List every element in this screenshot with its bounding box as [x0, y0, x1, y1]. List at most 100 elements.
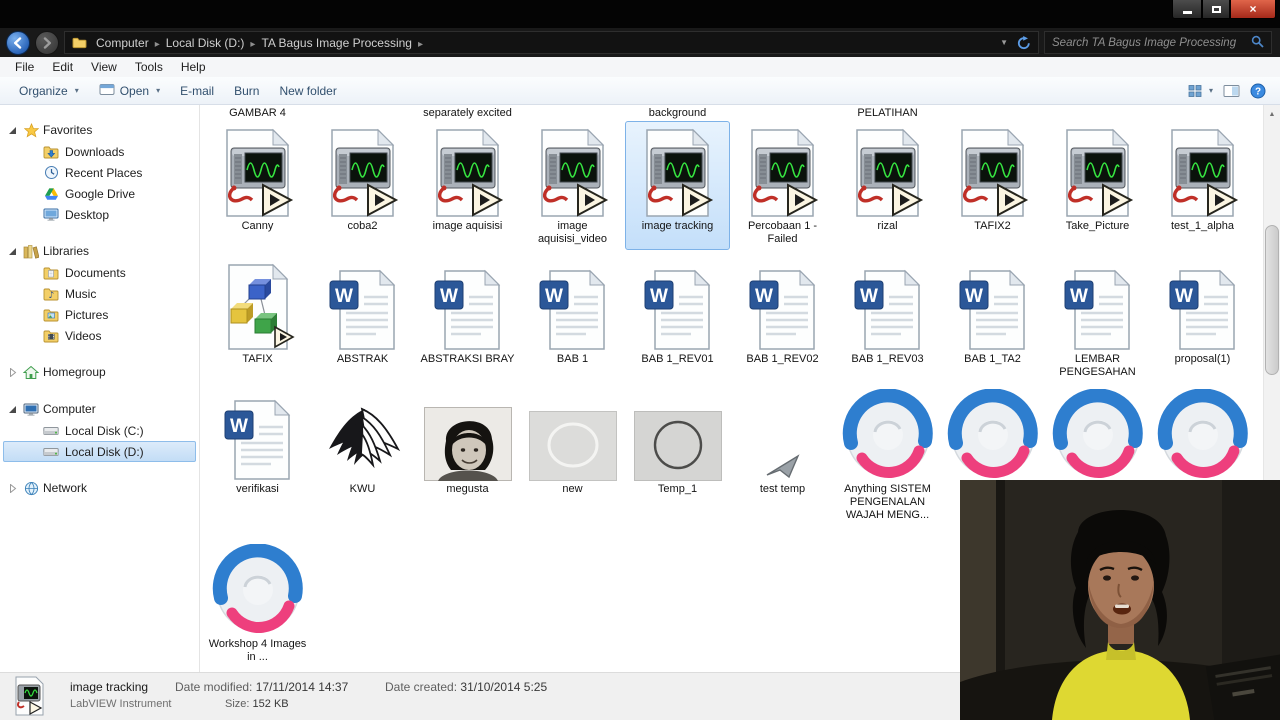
minimize-button[interactable] — [1172, 0, 1202, 19]
sidebar-item-local-disk-d[interactable]: Local Disk (D:) — [3, 441, 196, 462]
forward-button[interactable] — [35, 30, 59, 55]
labview-vi-icon — [1162, 122, 1244, 218]
preview-pane-button[interactable] — [1223, 84, 1240, 98]
file-item-verifikasi[interactable]: Wverifikasi — [205, 384, 310, 526]
back-button[interactable] — [6, 30, 30, 55]
expand-arrow-icon[interactable] — [6, 367, 19, 377]
file-item-abstraksi-bray[interactable]: W ABSTRAKSI BRAY — [415, 254, 520, 383]
sidebar-section-computer[interactable]: Computer — [0, 398, 199, 420]
file-item-image-aquisisi-video[interactable]: image aquisisi_video — [520, 121, 625, 250]
menu-tools[interactable]: Tools — [126, 59, 172, 75]
file-item-bab-1-rev01[interactable]: W BAB 1_REV01 — [625, 254, 730, 383]
file-label: Temp_1 — [657, 483, 698, 495]
sidebar-item-downloads[interactable]: Downloads — [3, 141, 196, 162]
search-placeholder: Search TA Bagus Image Processing — [1052, 36, 1237, 49]
file-label: Take_Picture — [1065, 220, 1130, 232]
breadcrumb-separator-icon[interactable]: ▸ — [155, 39, 160, 50]
menu-file[interactable]: File — [6, 59, 43, 75]
file-item-percobaan-1-failed[interactable]: Percobaan 1 - Failed — [730, 121, 835, 250]
collapse-arrow-icon[interactable] — [6, 247, 19, 256]
sidebar-item-label: Documents — [65, 265, 126, 280]
file-item-new[interactable]: new — [520, 384, 625, 526]
address-bar[interactable]: Computer ▸ Local Disk (D:) ▸ TA Bagus Image … — [64, 31, 1039, 54]
breadcrumb-separator-icon[interactable]: ▸ — [418, 39, 423, 50]
breadcrumb-computer[interactable]: Computer — [90, 34, 155, 52]
views-button[interactable]: ▾ — [1188, 84, 1213, 98]
sidebar-item-videos[interactable]: Videos — [3, 325, 196, 346]
file-item-bab-1-rev02[interactable]: W BAB 1_REV02 — [730, 254, 835, 383]
file-label-partial: background — [648, 107, 707, 119]
spark-browser-icon — [1157, 385, 1249, 481]
svg-text:W: W — [1175, 286, 1193, 307]
svg-text:W: W — [965, 286, 983, 307]
expand-arrow-icon[interactable] — [6, 483, 19, 493]
file-item-megusta[interactable]: megusta — [415, 384, 520, 526]
file-item-bab-1[interactable]: W BAB 1 — [520, 254, 625, 383]
file-item-temp-1[interactable]: Temp_1 — [625, 384, 730, 526]
toolbar-burn-button[interactable]: Burn — [225, 80, 268, 102]
file-item-tafix[interactable]: TAFIX — [205, 254, 310, 383]
toolbar-open-button[interactable]: Open ▾ — [90, 79, 169, 103]
command-toolbar: Organize ▾ Open ▾ E-mail Burn New folder ▾? — [0, 77, 1280, 105]
labview-vi-icon — [1057, 122, 1139, 218]
sidebar-item-label: Local Disk (C:) — [65, 423, 144, 438]
file-item-workshop-4-images-in[interactable]: Workshop 4 Images in ... — [205, 539, 310, 668]
star-icon — [22, 122, 40, 138]
toolbar-e-mail-button[interactable]: E-mail — [171, 80, 223, 102]
word-doc-icon: W — [748, 255, 818, 351]
menu-view[interactable]: View — [82, 59, 126, 75]
file-item-proposal-1[interactable]: Wproposal(1) — [1150, 254, 1255, 383]
scroll-up-icon[interactable]: ▲ — [1264, 106, 1280, 122]
file-item-canny[interactable]: Canny — [205, 121, 310, 250]
sidebar-item-desktop[interactable]: Desktop — [3, 204, 196, 225]
sidebar-section-libraries[interactable]: Libraries — [0, 240, 199, 262]
svg-text:W: W — [545, 286, 563, 307]
file-item-test-temp[interactable]: test temp — [730, 384, 835, 526]
sidebar-item-documents[interactable]: Documents — [3, 262, 196, 283]
sidebar-section-homegroup[interactable]: Homegroup — [0, 361, 199, 383]
file-item-coba2[interactable]: coba2 — [310, 121, 415, 250]
status-file-name: image tracking — [70, 680, 149, 694]
scrollbar-thumb[interactable] — [1265, 225, 1279, 375]
file-item-rizal[interactable]: rizal — [835, 121, 940, 250]
toolbar-organize-button[interactable]: Organize ▾ — [10, 80, 88, 102]
maximize-button[interactable] — [1202, 0, 1230, 19]
file-item-tafix2[interactable]: TAFIX2 — [940, 121, 1045, 250]
file-item-test-1-alpha[interactable]: test_1_alpha — [1150, 121, 1255, 250]
sidebar-item-local-disk-c[interactable]: Local Disk (C:) — [3, 420, 196, 441]
toolbar-new-folder-button[interactable]: New folder — [270, 80, 345, 102]
sidebar-section-favorites[interactable]: Favorites — [0, 119, 199, 141]
svg-text:W: W — [230, 416, 248, 437]
word-doc-icon: W — [538, 255, 608, 351]
sidebar-item-google-drive[interactable]: Google Drive — [3, 183, 196, 204]
file-label-partial: PELATIHAN — [857, 107, 918, 119]
file-row: TAFIX W ABSTRAK W ABSTRAKSI BRAY W BAB 1 W BAB 1… — [205, 254, 1255, 383]
search-icon[interactable] — [1251, 35, 1264, 51]
sidebar-item-recent-places[interactable]: Recent Places — [3, 162, 196, 183]
labview-vi-icon — [952, 122, 1034, 218]
breadcrumb-local-disk-d[interactable]: Local Disk (D:) — [160, 34, 251, 52]
labview-vi-icon — [217, 122, 299, 218]
breadcrumb-ta-bagus-image-processing[interactable]: TA Bagus Image Processing — [255, 34, 418, 52]
collapse-arrow-icon[interactable] — [6, 126, 19, 135]
search-box[interactable]: Search TA Bagus Image Processing — [1044, 31, 1272, 54]
sidebar-section-network[interactable]: Network — [0, 477, 199, 499]
file-item-anything-sistem-pengenalan-wajah-meng[interactable]: Anything SISTEM PENGENALAN WAJAH MENG... — [835, 384, 940, 526]
file-item-bab-1-rev03[interactable]: W BAB 1_REV03 — [835, 254, 940, 383]
collapse-arrow-icon[interactable] — [6, 405, 19, 414]
refresh-icon[interactable] — [1014, 35, 1034, 50]
sidebar-item-music[interactable]: ♪ Music — [3, 283, 196, 304]
help-button[interactable]: ? — [1250, 83, 1266, 99]
file-item-take-picture[interactable]: Take_Picture — [1045, 121, 1150, 250]
file-item-abstrak[interactable]: W ABSTRAK — [310, 254, 415, 383]
breadcrumb-dropdown-icon[interactable]: ▼ — [994, 38, 1014, 47]
file-item-lembar-pengesahan[interactable]: W LEMBAR PENGESAHAN — [1045, 254, 1150, 383]
file-item-kwu[interactable]: KWU — [310, 384, 415, 526]
menu-help[interactable]: Help — [172, 59, 215, 75]
file-item-image-aquisisi[interactable]: image aquisisi — [415, 121, 520, 250]
file-item-bab-1-ta2[interactable]: W BAB 1_TA2 — [940, 254, 1045, 383]
close-button[interactable]: × — [1230, 0, 1276, 19]
menu-edit[interactable]: Edit — [43, 59, 82, 75]
file-item-image-tracking[interactable]: image tracking — [625, 121, 730, 250]
sidebar-item-pictures[interactable]: Pictures — [3, 304, 196, 325]
